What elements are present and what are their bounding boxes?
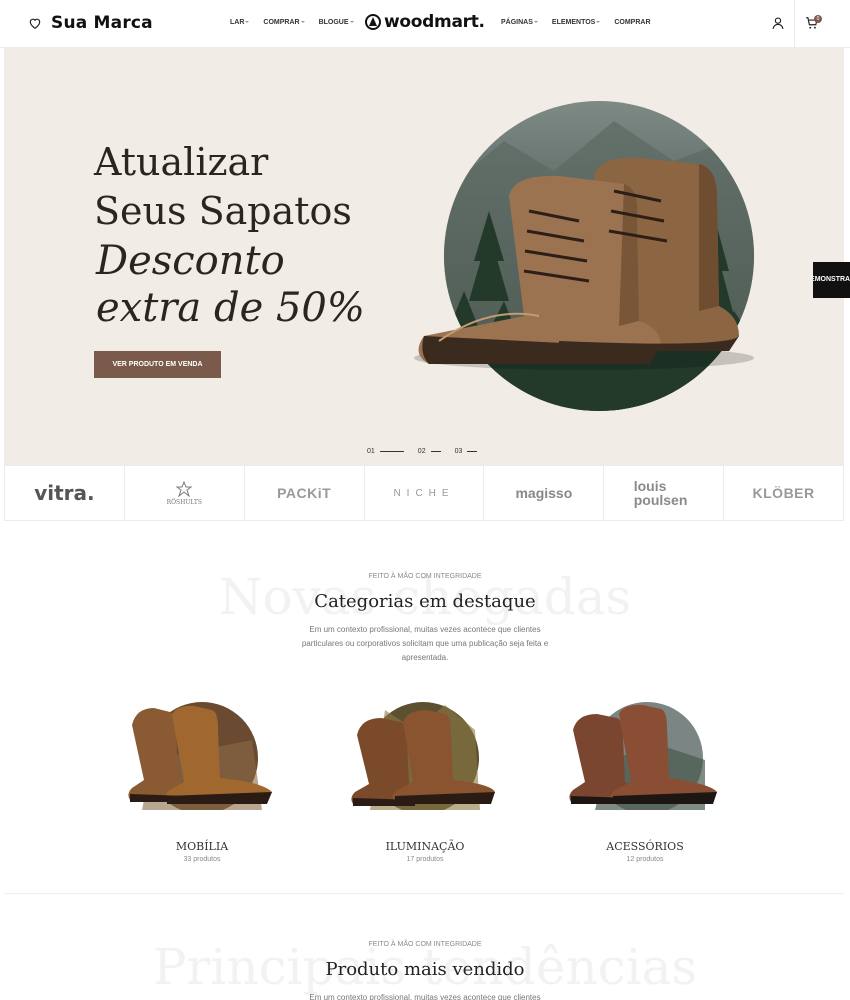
featured-description: Em um contexto profissional, muitas veze… (301, 625, 549, 662)
heart-icon[interactable] (28, 16, 42, 30)
brand-logo-louis-poulsen[interactable]: louis poulsen (604, 466, 725, 520)
roshults-emblem-icon (175, 480, 193, 497)
category-image-iluminacao (351, 702, 495, 814)
category-name: ACESSÓRIOS (606, 840, 684, 853)
slide-dot-2[interactable]: 02 (418, 448, 441, 455)
brand-logo-magisso[interactable]: magisso (484, 466, 605, 520)
category-image-acessorios (569, 702, 717, 814)
slide-dot-1[interactable]: 01 (367, 448, 404, 455)
hero-title-line-2: Seus Sapatos (94, 189, 352, 233)
brand-logo-roshults[interactable]: RÖSHULTS (125, 466, 245, 520)
hero-cta-button[interactable]: VER PRODUTO EM VENDA (94, 351, 221, 378)
brand-logo-packit[interactable]: PACKiT (245, 466, 365, 520)
demos-side-tab[interactable]: DEMONSTRAÇÕES (813, 262, 850, 298)
slide-pagination: 01 02 03 (367, 448, 478, 455)
bestseller-title: Produto mais vendido (325, 959, 525, 980)
category-image-mobilia (128, 702, 272, 814)
nav-item-lar[interactable]: LAR (230, 19, 250, 26)
main-nav-left: LAR COMPRAR BLOGUE (230, 19, 354, 26)
site-header: Sua Marca LAR COMPRAR BLOGUE woodmart. P… (0, 0, 850, 48)
hero-slider: Atualizar Seus Sapatos Desconto extra de… (4, 48, 844, 465)
brand-logo-vitra[interactable]: vitra. (5, 466, 125, 520)
hero-title-line-1: Atualizar (94, 140, 269, 184)
brand-logo-klober[interactable]: KLÖBER (724, 466, 843, 520)
brand-logo-niche[interactable]: NICHE (365, 466, 485, 520)
logo-mark-icon (365, 14, 381, 30)
section-divider (4, 893, 844, 894)
featured-title: Categorias em destaque (314, 591, 536, 612)
header-divider (794, 0, 795, 48)
nav-item-comprar-2[interactable]: COMPRAR (614, 19, 655, 26)
hero-subtitle-line-2: extra de 50% (96, 285, 365, 331)
roshults-text: RÖSHULTS (166, 498, 203, 506)
category-card-acessorios[interactable]: ACESSÓRIOS 12 produtos (565, 700, 725, 863)
category-count: 33 produtos (183, 856, 221, 863)
featured-kicker: FEITO À MÃO COM INTEGRIDADE (368, 573, 482, 580)
category-name: ILUMINAÇÃO (385, 840, 465, 853)
category-card-mobilia[interactable]: MOBÍLIA 33 produtos (122, 700, 282, 863)
hero-boots-image (414, 157, 754, 370)
nav-item-comprar[interactable]: COMPRAR (263, 19, 305, 26)
brand-name[interactable]: Sua Marca (51, 13, 153, 33)
category-count: 12 produtos (626, 856, 664, 863)
main-nav-right: PÁGINAS ELEMENTOS COMPRAR (501, 19, 656, 26)
cart-count-badge: 0 (814, 15, 822, 23)
site-logo[interactable]: woodmart. (365, 12, 485, 32)
logo-text: woodmart. (384, 12, 485, 32)
category-card-iluminacao[interactable]: ILUMINAÇÃO 17 produtos (345, 700, 505, 863)
hero-subtitle-line-1: Desconto (96, 238, 285, 284)
bestseller-kicker: FEITO À MÃO COM INTEGRIDADE (368, 941, 482, 948)
nav-item-blogue[interactable]: BLOGUE (319, 19, 354, 26)
category-name: MOBÍLIA (175, 840, 229, 853)
brand-strip: vitra. RÖSHULTS PACKiT NICHE magisso lou… (4, 465, 844, 521)
nav-item-paginas[interactable]: PÁGINAS (501, 19, 538, 26)
slide-dot-3[interactable]: 03 (455, 448, 478, 455)
nav-item-elementos[interactable]: ELEMENTOS (552, 19, 601, 26)
user-icon[interactable] (771, 16, 785, 30)
bestseller-description: Em um contexto profissional, muitas veze… (309, 993, 541, 1000)
category-count: 17 produtos (406, 856, 444, 863)
